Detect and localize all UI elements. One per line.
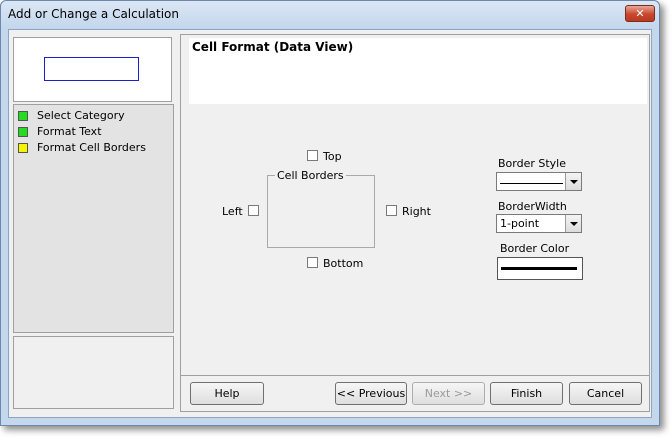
bottom-border-checkbox[interactable] [307,257,318,268]
border-color-label: Border Color [500,242,570,255]
border-style-line-sample [500,183,563,184]
cancel-button[interactable]: Cancel [569,382,642,405]
right-border-checkbox[interactable] [386,205,397,216]
right-border-label: Right [402,205,431,218]
next-button[interactable]: Next >> [412,382,485,405]
previous-button[interactable]: << Previous [335,382,407,405]
help-button[interactable]: Help [190,382,264,405]
step-list: Select Category Format Text Format Cell … [13,104,174,333]
border-width-value: 1-point [500,217,540,230]
format-preview [13,37,172,102]
border-width-select[interactable]: 1-point [496,214,582,233]
title-bar[interactable]: Add or Change a Calculation ✕ [1,1,659,29]
border-color-swatch [501,267,577,270]
step-label: Select Category [37,109,125,122]
chevron-down-icon[interactable] [565,173,581,190]
border-color-picker[interactable] [497,257,583,280]
close-icon: ✕ [635,7,645,20]
border-style-select[interactable] [496,172,582,191]
bottom-border-label: Bottom [323,257,364,270]
top-border-label: Top [323,150,342,163]
dialog-window: Add or Change a Calculation ✕ Select Cat… [0,0,660,426]
top-border-checkbox[interactable] [307,150,318,161]
window-title: Add or Change a Calculation [8,7,180,21]
step-status-icon [18,111,28,121]
page-title: Cell Format (Data View) [192,40,354,54]
left-border-label: Left [222,205,243,218]
border-width-label: BorderWidth [498,200,567,213]
left-border-checkbox[interactable] [248,205,259,216]
preview-cell [44,57,139,81]
cell-borders-group-label: Cell Borders [275,169,346,182]
step-status-icon [18,143,28,153]
chevron-down-icon[interactable] [565,215,581,232]
cell-borders-group [267,175,375,248]
page-header: Cell Format (Data View) [189,38,647,104]
button-bar-separator [181,375,649,376]
close-button[interactable]: ✕ [625,5,655,22]
step-label: Format Cell Borders [37,141,146,154]
border-style-label: Border Style [498,157,567,170]
dialog-client-area: Select Category Format Text Format Cell … [8,29,652,418]
step-label: Format Text [37,125,102,138]
info-panel [13,336,174,409]
step-status-icon [18,127,28,137]
